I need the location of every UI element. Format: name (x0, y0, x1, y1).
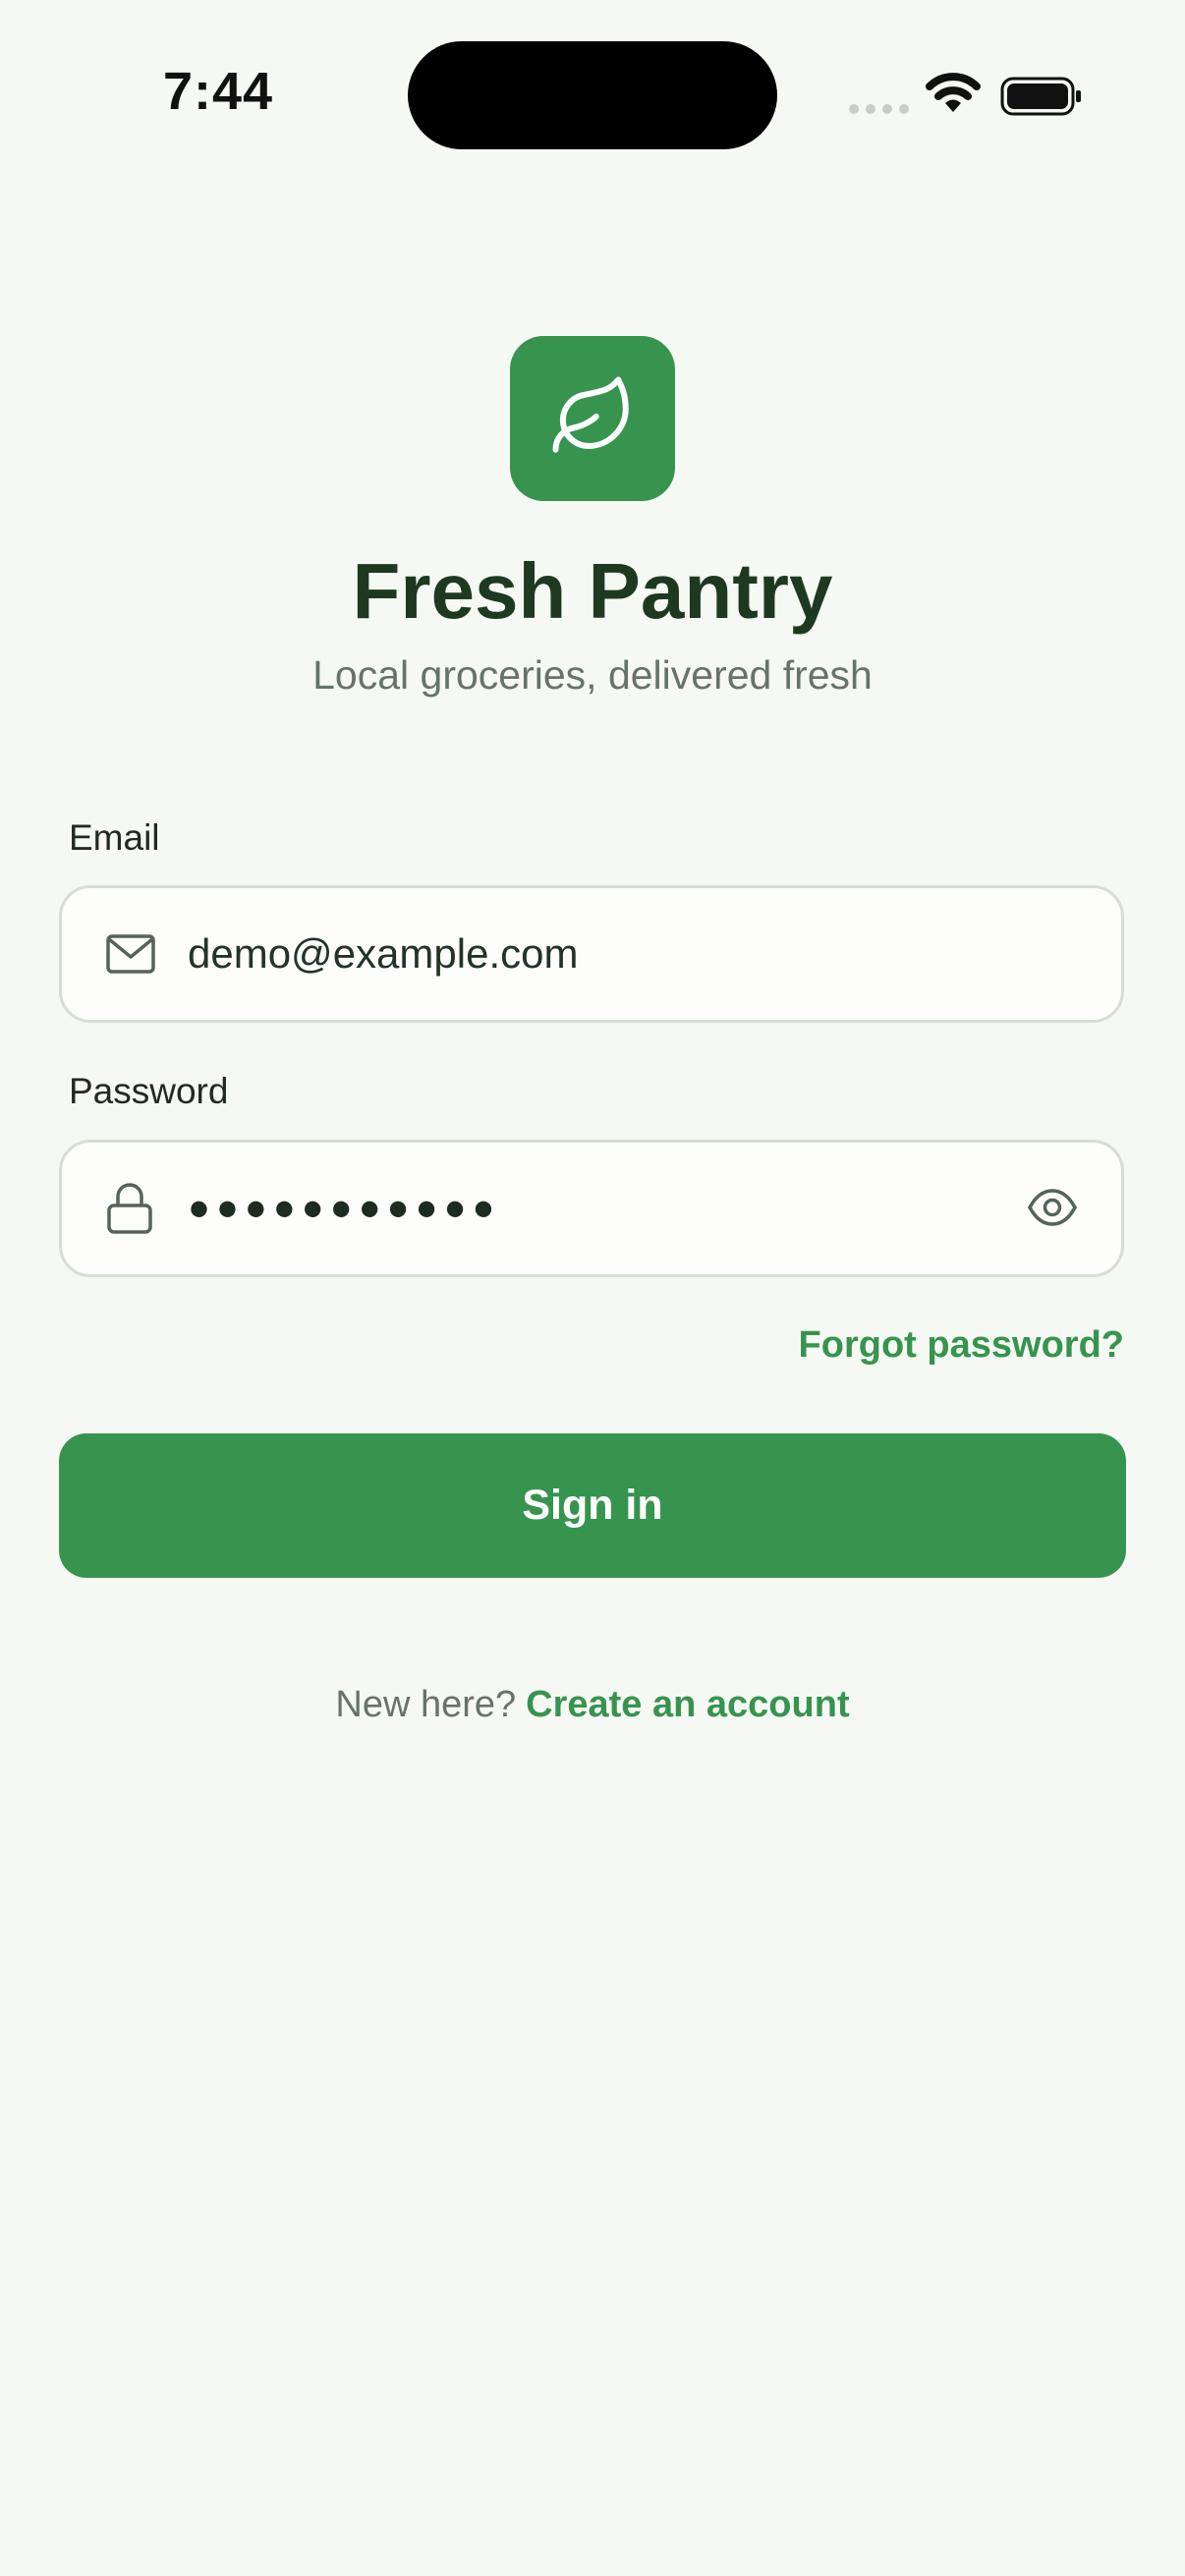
password-value[interactable]: ●●●●●●●●●●● (188, 1188, 500, 1230)
eye-icon[interactable] (1027, 1188, 1078, 1232)
cellular-signal-icon (849, 104, 909, 114)
email-label: Email (69, 817, 160, 858)
password-label: Password (69, 1071, 229, 1111)
wifi-icon (926, 73, 981, 119)
signup-prompt: New here? Create an account (0, 1684, 1185, 1726)
create-account-link[interactable]: Create an account (526, 1684, 849, 1725)
email-value[interactable]: demo@example.com (188, 930, 578, 978)
battery-icon (1000, 77, 1083, 121)
sign-in-button[interactable]: Sign in (59, 1433, 1126, 1578)
app-logo (510, 336, 675, 501)
dynamic-island (408, 41, 777, 149)
mail-icon (105, 933, 156, 980)
lock-icon (105, 1182, 154, 1240)
status-time: 7:44 (163, 62, 274, 121)
email-field[interactable]: demo@example.com (59, 885, 1124, 1023)
password-field[interactable]: ●●●●●●●●●●● (59, 1140, 1124, 1277)
new-here-text: New here? (335, 1684, 517, 1725)
forgot-password-link[interactable]: Forgot password? (799, 1324, 1124, 1367)
app-tagline: Local groceries, delivered fresh (312, 652, 873, 698)
app-title: Fresh Pantry (352, 547, 833, 635)
leaf-icon (548, 372, 637, 466)
